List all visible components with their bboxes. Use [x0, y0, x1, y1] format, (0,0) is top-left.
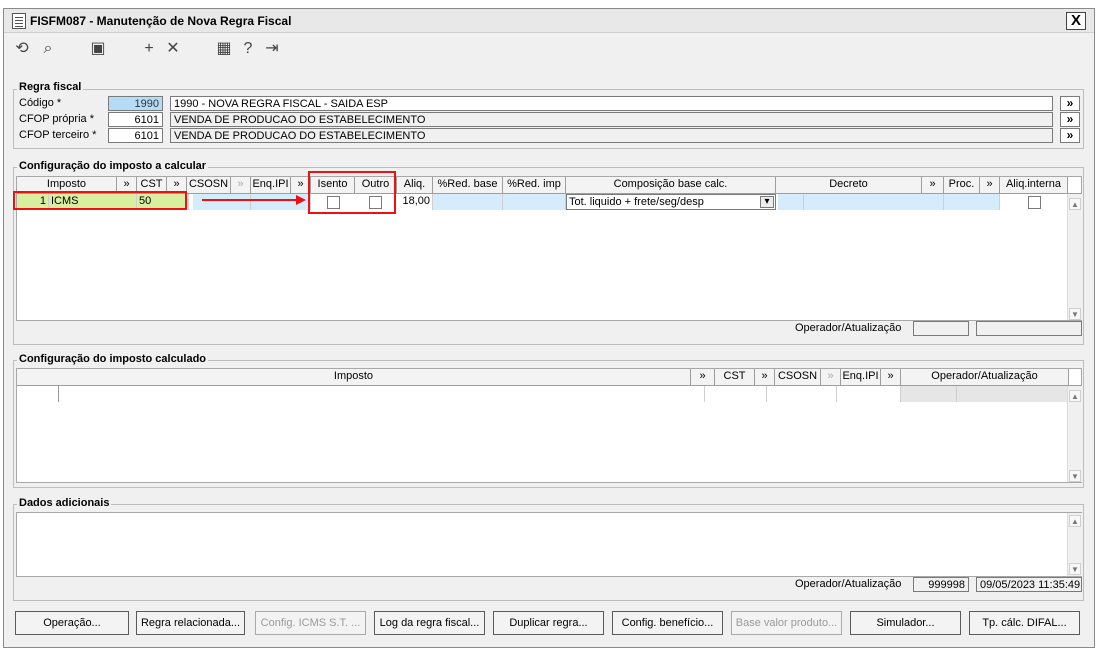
- atualizacao-value-calcular: [976, 321, 1082, 336]
- base-valor-produto-button: Base valor produto...: [731, 611, 842, 635]
- undo-icon[interactable]: ⟲: [13, 40, 31, 58]
- exit-icon[interactable]: ⇥: [263, 40, 281, 58]
- row-proc[interactable]: [944, 194, 1000, 210]
- help-icon[interactable]: ?: [239, 40, 257, 58]
- imposto-calculado-grid: Imposto » CST » CSOSN » Enq.IPI » Operad…: [16, 368, 1082, 483]
- scroll-up-icon[interactable]: ▲: [1069, 515, 1081, 527]
- cfop-terceiro-label: CFOP terceiro *: [19, 129, 97, 141]
- header-calc-enq-ipi[interactable]: Enq.IPI: [841, 369, 881, 385]
- calendar-icon[interactable]: ▦: [215, 40, 233, 58]
- duplicar-regra-button[interactable]: Duplicar regra...: [493, 611, 604, 635]
- header-aliq[interactable]: Aliq.: [397, 177, 433, 193]
- dados-adicionais-title: Dados adicionais: [17, 497, 112, 509]
- simulador-button[interactable]: Simulador...: [850, 611, 961, 635]
- cfop-terceiro-field[interactable]: 6101: [108, 128, 163, 143]
- config-beneficio-button[interactable]: Config. benefício...: [612, 611, 723, 635]
- title-bar: FISFM087 - Manutenção de Nova Regra Fisc…: [4, 9, 1094, 33]
- dados-adicionais-scrollbar[interactable]: ▲ ▼: [1067, 513, 1082, 576]
- header-proc[interactable]: Proc.: [944, 177, 980, 193]
- imposto-calculado-scrollbar[interactable]: ▲ ▼: [1067, 386, 1082, 482]
- operador-value-calcular: [913, 321, 969, 336]
- header-calc-imposto-lookup[interactable]: »: [691, 369, 715, 385]
- tp-calc-difal-button[interactable]: Tp. cálc. DIFAL...: [969, 611, 1080, 635]
- codigo-lookup-button[interactable]: »: [1060, 96, 1080, 111]
- scroll-up-icon[interactable]: ▲: [1069, 390, 1081, 402]
- delete-icon[interactable]: ✕: [164, 40, 182, 58]
- row-red-base[interactable]: [433, 194, 503, 210]
- imposto-calculado-title: Configuração do imposto calculado: [17, 353, 209, 365]
- operacao-button[interactable]: Operação...: [15, 611, 129, 635]
- header-calc-csosn-lookup: »: [821, 369, 841, 385]
- regra-fiscal-title: Regra fiscal: [17, 81, 84, 93]
- main-window: FISFM087 - Manutenção de Nova Regra Fisc…: [3, 8, 1095, 648]
- app-document-icon: [12, 13, 26, 29]
- cfop-terceiro-lookup-button[interactable]: »: [1060, 128, 1080, 143]
- row-calc-imposto[interactable]: [59, 386, 705, 402]
- header-calc-imposto[interactable]: Imposto: [17, 369, 691, 385]
- annotation-highlight-isento-outro: [308, 171, 396, 214]
- atualizacao-value-dados: 09/05/2023 11:35:49: [976, 577, 1082, 592]
- row-calc-num: [17, 386, 59, 402]
- header-proc-lookup[interactable]: »: [980, 177, 1000, 193]
- row-aliq[interactable]: 18,00: [397, 194, 433, 210]
- row-calc-cst[interactable]: [705, 386, 767, 402]
- dados-adicionais-textarea[interactable]: ▲ ▼: [16, 512, 1082, 577]
- toolbar: ⟲ ⌕ ▣ + ✕ ▦ ? ⇥: [4, 34, 1094, 66]
- row-decreto[interactable]: [804, 194, 944, 210]
- scroll-down-icon[interactable]: ▼: [1069, 563, 1081, 575]
- imposto-calcular-title: Configuração do imposto a calcular: [17, 160, 209, 172]
- annotation-highlight-icms-row: [13, 191, 187, 210]
- scroll-up-icon[interactable]: ▲: [1069, 198, 1081, 210]
- row-red-imp[interactable]: [503, 194, 566, 210]
- imposto-calcular-scrollbar[interactable]: ▲ ▼: [1067, 194, 1082, 320]
- close-button[interactable]: X: [1066, 12, 1086, 30]
- header-composicao[interactable]: Composição base calc.: [566, 177, 776, 193]
- row-composicao-value: Tot. liquido + frete/seg/desp: [569, 196, 704, 208]
- cfop-terceiro-description: VENDA DE PRODUCAO DO ESTABELECIMENTO: [170, 128, 1053, 143]
- operador-value-dados: 999998: [913, 577, 969, 592]
- row-aliq-interna-checkbox[interactable]: [1028, 196, 1041, 209]
- header-calc-enq-ipi-lookup[interactable]: »: [881, 369, 901, 385]
- header-red-base[interactable]: %Red. base: [433, 177, 503, 193]
- row-decreto-code[interactable]: [778, 194, 804, 210]
- header-csosn-lookup: »: [231, 177, 251, 193]
- log-regra-fiscal-button[interactable]: Log da regra fiscal...: [374, 611, 485, 635]
- search-icon[interactable]: ⌕: [39, 40, 57, 58]
- header-decreto[interactable]: Decreto: [776, 177, 922, 193]
- annotation-arrow-icon: [202, 195, 306, 205]
- row-calc-csosn[interactable]: [767, 386, 837, 402]
- codigo-label: Código *: [19, 97, 62, 109]
- row-calc-enq-ipi[interactable]: [837, 386, 901, 402]
- row-calc-operador: [901, 386, 957, 402]
- chevron-down-icon[interactable]: ▾: [760, 196, 774, 208]
- scroll-down-icon[interactable]: ▼: [1069, 308, 1081, 320]
- add-icon[interactable]: +: [140, 40, 158, 58]
- window-title: FISFM087 - Manutenção de Nova Regra Fisc…: [30, 14, 292, 28]
- cfop-propria-label: CFOP própria *: [19, 113, 94, 125]
- header-aliq-interna[interactable]: Aliq.interna: [1000, 177, 1068, 193]
- regra-relacionada-button[interactable]: Regra relacionada...: [136, 611, 245, 635]
- scroll-down-icon[interactable]: ▼: [1069, 470, 1081, 482]
- codigo-description: 1990 - NOVA REGRA FISCAL - SAIDA ESP: [170, 96, 1053, 111]
- config-icms-st-button: Config. ICMS S.T. ...: [255, 611, 366, 635]
- header-calc-operador[interactable]: Operador/Atualização: [901, 369, 1069, 385]
- cfop-propria-description: VENDA DE PRODUCAO DO ESTABELECIMENTO: [170, 112, 1053, 127]
- codigo-field[interactable]: 1990: [108, 96, 163, 111]
- operador-label-calcular: Operador/Atualização: [795, 322, 902, 334]
- operador-label-dados: Operador/Atualização: [795, 578, 902, 590]
- row-calc-atualizacao: [957, 386, 1069, 402]
- header-calc-csosn[interactable]: CSOSN: [775, 369, 821, 385]
- header-calc-cst-lookup[interactable]: »: [755, 369, 775, 385]
- save-icon[interactable]: ▣: [89, 40, 107, 58]
- header-decreto-lookup[interactable]: »: [922, 177, 944, 193]
- header-csosn[interactable]: CSOSN: [187, 177, 231, 193]
- cfop-propria-field[interactable]: 6101: [108, 112, 163, 127]
- header-enq-ipi[interactable]: Enq.IPI: [251, 177, 291, 193]
- row-composicao-select[interactable]: Tot. liquido + frete/seg/desp ▾: [566, 194, 776, 210]
- cfop-propria-lookup-button[interactable]: »: [1060, 112, 1080, 127]
- header-red-imp[interactable]: %Red. imp: [503, 177, 566, 193]
- header-calc-cst[interactable]: CST: [715, 369, 755, 385]
